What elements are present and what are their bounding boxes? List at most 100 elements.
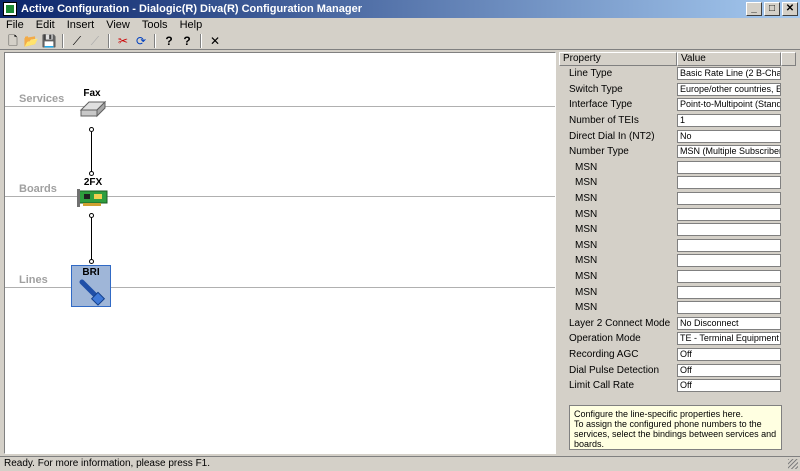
activate-icon[interactable]: ⟳ xyxy=(132,33,150,49)
toolbar-separator xyxy=(200,33,202,48)
menu-edit[interactable]: Edit xyxy=(30,19,61,31)
property-value-field[interactable] xyxy=(677,238,781,252)
property-row[interactable]: MSN xyxy=(559,238,796,254)
property-name: Layer 2 Connect Mode xyxy=(569,317,671,329)
property-row[interactable]: MSN xyxy=(559,160,796,176)
property-value-field[interactable]: Europe/other countries, E... xyxy=(677,82,781,96)
app-icon xyxy=(3,2,17,16)
property-value-field[interactable] xyxy=(677,301,781,315)
menu-help[interactable]: Help xyxy=(174,19,209,31)
board-line-connector xyxy=(91,217,92,261)
minimize-button[interactable]: _ xyxy=(746,2,762,16)
property-row[interactable]: Limit Call Rate Off xyxy=(559,378,796,394)
property-rows: Line Type Basic Rate Line (2 B-Chan...Swi… xyxy=(559,66,796,393)
toolbar-separator xyxy=(108,33,110,48)
property-name: MSN xyxy=(575,255,598,267)
property-value-field[interactable] xyxy=(677,176,781,190)
connect-icon[interactable]: ⟋ xyxy=(68,33,86,49)
property-row[interactable]: MSN xyxy=(559,269,796,285)
help-icon[interactable]: ? xyxy=(160,33,178,49)
cut-icon[interactable]: ✂ xyxy=(114,33,132,49)
property-row[interactable]: MSN xyxy=(559,253,796,269)
toolbar-separator xyxy=(62,33,64,48)
board-port-bottom xyxy=(89,213,94,218)
maximize-button[interactable]: □ xyxy=(764,2,780,16)
property-name: Line Type xyxy=(569,68,613,80)
disconnect-icon[interactable]: ⟋ xyxy=(86,33,104,49)
configuration-canvas[interactable]: Services Boards Lines Fax 2FX BRI xyxy=(4,52,556,454)
property-name: Number Type xyxy=(569,146,629,158)
bri-cable-icon xyxy=(79,279,106,306)
board-icon[interactable] xyxy=(75,187,109,209)
property-value-field[interactable] xyxy=(677,192,781,206)
property-value-field[interactable] xyxy=(677,207,781,221)
property-row[interactable]: MSN xyxy=(559,284,796,300)
property-row[interactable]: MSN xyxy=(559,222,796,238)
property-row[interactable]: Interface Type Point-to-Multipoint (Stand… xyxy=(559,97,796,113)
property-name: MSN xyxy=(575,302,598,314)
new-icon[interactable]: 🗋 xyxy=(4,33,22,49)
property-name: Operation Mode xyxy=(569,333,641,345)
property-row[interactable]: MSN xyxy=(559,206,796,222)
property-row[interactable]: MSN xyxy=(559,300,796,316)
property-value-field[interactable]: Off xyxy=(677,363,781,377)
open-icon[interactable]: 📂 xyxy=(22,33,40,49)
property-value-field[interactable]: TE - Terminal Equipment (... xyxy=(677,332,781,346)
fax-icon[interactable] xyxy=(79,100,107,118)
property-panel: Property Value Line Type Basic Rate Line … xyxy=(559,52,796,454)
service-board-connector xyxy=(91,132,92,172)
property-value-field[interactable]: 1 xyxy=(677,114,781,128)
resize-grip-icon[interactable] xyxy=(788,459,798,469)
property-name: Interface Type xyxy=(569,99,633,111)
property-value-field[interactable]: Off xyxy=(677,347,781,361)
property-value-field[interactable] xyxy=(677,223,781,237)
property-row[interactable]: Line Type Basic Rate Line (2 B-Chan... xyxy=(559,66,796,82)
property-name: Dial Pulse Detection xyxy=(569,364,660,376)
property-row[interactable]: Direct Dial In (NT2) No xyxy=(559,128,796,144)
property-value-field[interactable]: Off xyxy=(677,379,781,393)
context-help-icon[interactable]: ? xyxy=(178,33,196,49)
lane-label-services: Services xyxy=(19,93,65,105)
property-row[interactable]: Number Type MSN (Multiple Subscriber ... xyxy=(559,144,796,160)
property-row[interactable]: Layer 2 Connect Mode No Disconnect xyxy=(559,316,796,332)
line-node-selected[interactable]: BRI xyxy=(71,265,111,307)
menu-view[interactable]: View xyxy=(100,19,136,31)
property-value-field[interactable]: MSN (Multiple Subscriber ... xyxy=(677,145,781,159)
property-value-field[interactable] xyxy=(677,160,781,174)
property-row[interactable]: Switch Type Europe/other countries, E... xyxy=(559,82,796,98)
property-value-field[interactable] xyxy=(677,254,781,268)
line-port xyxy=(89,259,94,264)
window-title: Active Configuration - Dialogic(R) Diva(… xyxy=(21,3,363,15)
property-value-field[interactable] xyxy=(677,285,781,299)
close-button[interactable]: ✕ xyxy=(782,2,798,16)
property-row[interactable]: Number of TEIs 1 xyxy=(559,113,796,129)
property-name: Limit Call Rate xyxy=(569,380,635,392)
property-name: MSN xyxy=(575,161,598,173)
toolbar: 🗋 📂 💾 ⟋ ⟋ ✂ ⟳ ? ? ✕ xyxy=(0,32,800,50)
header-filler xyxy=(781,52,796,66)
property-name: MSN xyxy=(575,208,598,220)
menu-insert[interactable]: Insert xyxy=(61,19,101,31)
property-name: MSN xyxy=(575,193,598,205)
lane-label-boards: Boards xyxy=(19,183,57,195)
property-value-field[interactable]: No Disconnect xyxy=(677,316,781,330)
property-name: MSN xyxy=(575,286,598,298)
property-value-field[interactable]: Point-to-Multipoint (Stand... xyxy=(677,98,781,112)
property-name: Direct Dial In (NT2) xyxy=(569,130,655,142)
menu-tools[interactable]: Tools xyxy=(136,19,174,31)
menu-file[interactable]: File xyxy=(0,19,30,31)
property-row[interactable]: Recording AGC Off xyxy=(559,347,796,363)
property-value-field[interactable]: Basic Rate Line (2 B-Chan... xyxy=(677,67,781,81)
status-bar: Ready. For more information, please pres… xyxy=(0,456,800,471)
property-value-field[interactable]: No xyxy=(677,129,781,143)
delete-icon[interactable]: ✕ xyxy=(206,33,224,49)
property-row[interactable]: Operation Mode TE - Terminal Equipment (.… xyxy=(559,331,796,347)
property-column-header[interactable]: Property xyxy=(559,52,677,66)
property-row[interactable]: MSN xyxy=(559,191,796,207)
property-row[interactable]: Dial Pulse Detection Off xyxy=(559,362,796,378)
property-row[interactable]: MSN xyxy=(559,175,796,191)
value-column-header[interactable]: Value xyxy=(677,52,781,66)
property-value-field[interactable] xyxy=(677,270,781,284)
save-icon[interactable]: 💾 xyxy=(40,33,58,49)
property-name: MSN xyxy=(575,224,598,236)
